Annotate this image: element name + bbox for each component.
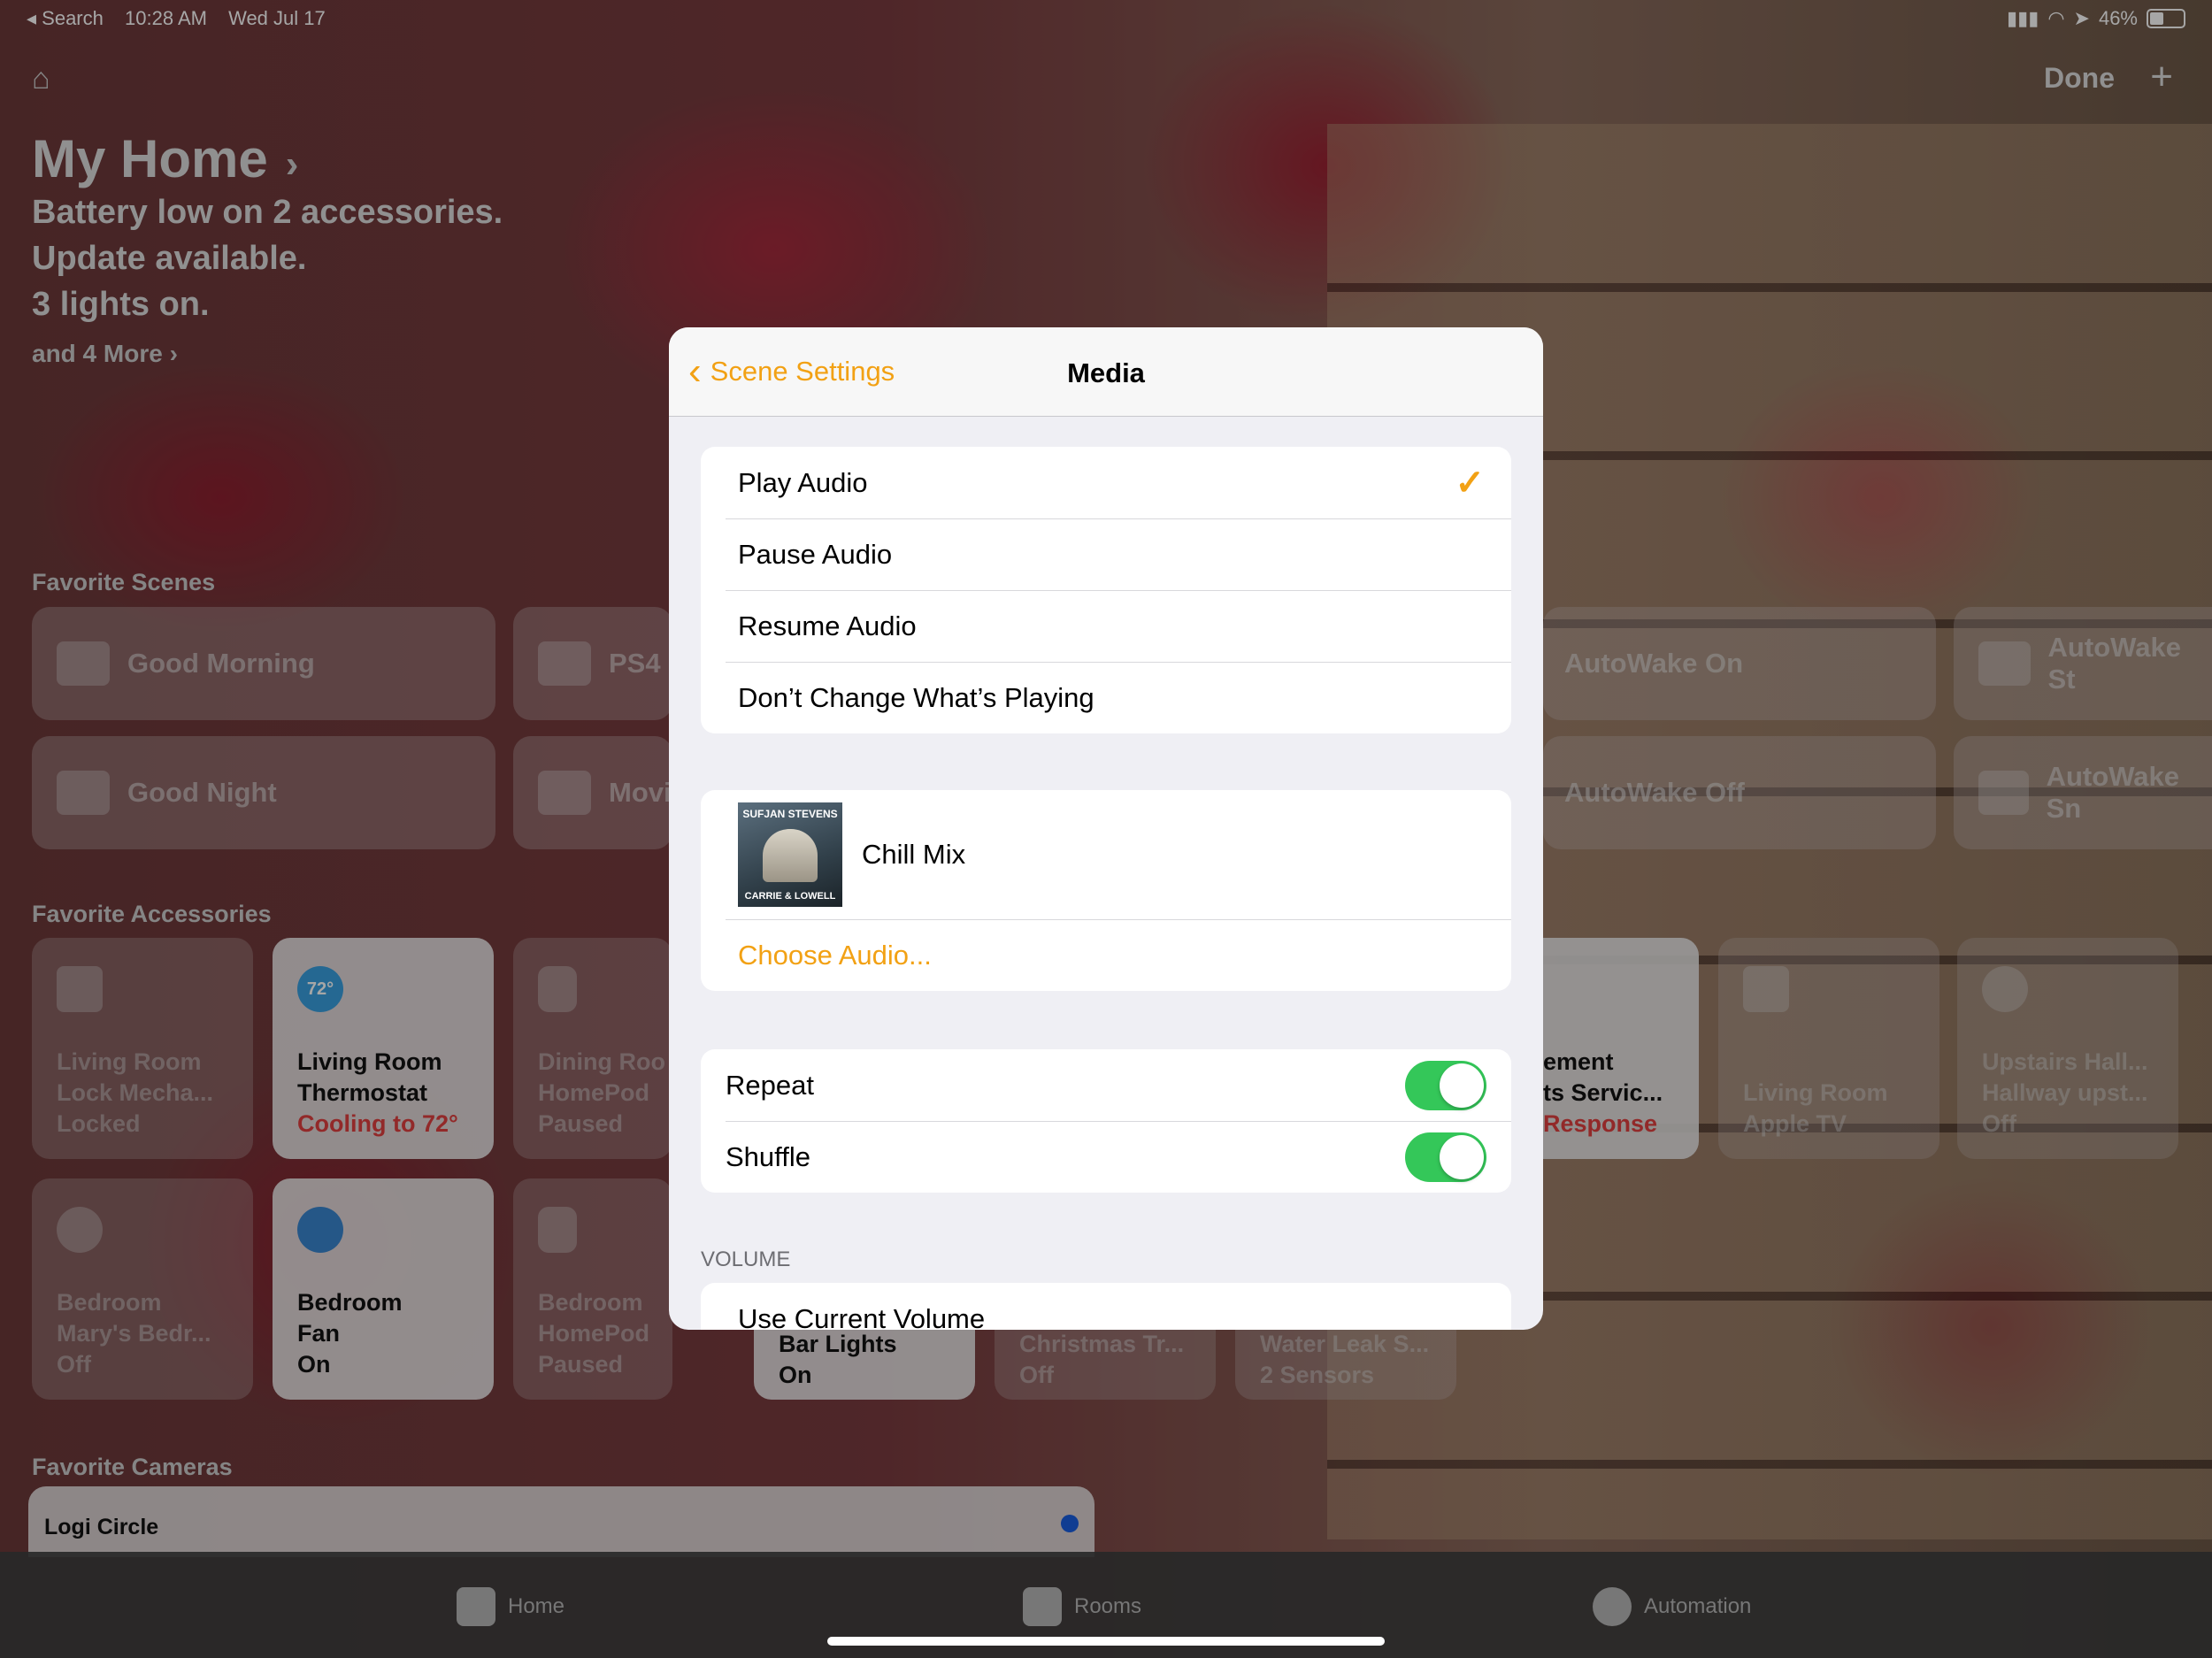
option-dont-change[interactable]: Don’t Change What’s Playing [701, 662, 1511, 733]
repeat-row: Repeat [701, 1049, 1511, 1121]
toggle-knob [1440, 1134, 1484, 1179]
album-artwork: SUFJAN STEVENS CARRIE & LOWELL [738, 802, 842, 907]
repeat-toggle[interactable] [1405, 1060, 1486, 1110]
use-current-volume-option[interactable]: Use Current Volume [701, 1283, 1511, 1331]
house-icon [457, 1587, 495, 1626]
tab-automation[interactable]: Automation [1593, 1587, 1751, 1626]
tab-label: Automation [1644, 1594, 1752, 1618]
tab-rooms[interactable]: Rooms [1023, 1587, 1141, 1626]
modal-header: ‹ Scene Settings Media [669, 327, 1543, 417]
album-artist: SUFJAN STEVENS [742, 808, 838, 820]
playback-options-group: Repeat Shuffle [701, 1049, 1511, 1193]
option-label: Use Current Volume [738, 1302, 986, 1331]
shuffle-label: Shuffle [726, 1140, 810, 1172]
option-resume-audio[interactable]: Resume Audio [701, 590, 1511, 662]
media-settings-modal: ‹ Scene Settings Media Play Audio ✓ Pause… [669, 327, 1543, 1330]
option-play-audio[interactable]: Play Audio ✓ [701, 447, 1511, 518]
media-action-list: Play Audio ✓ Pause Audio Resume Audio Don… [701, 447, 1511, 733]
album-title: CARRIE & LOWELL [744, 891, 836, 902]
shuffle-row: Shuffle [701, 1121, 1511, 1193]
home-indicator[interactable] [827, 1637, 1385, 1646]
rooms-icon [1023, 1587, 1062, 1626]
volume-group: Use Current Volume [701, 1283, 1511, 1330]
option-label: Pause Audio [738, 538, 893, 570]
option-label: Resume Audio [738, 610, 917, 641]
tab-label: Rooms [1074, 1594, 1142, 1618]
choose-audio-label: Choose Audio... [738, 939, 932, 971]
option-label: Don’t Change What’s Playing [738, 681, 1094, 713]
clock-check-icon [1593, 1587, 1632, 1626]
repeat-label: Repeat [726, 1069, 814, 1101]
option-pause-audio[interactable]: Pause Audio [701, 518, 1511, 590]
checkmark-icon: ✓ [1455, 463, 1485, 503]
volume-section-header: VOLUME [701, 1247, 791, 1271]
option-label: Play Audio [738, 466, 868, 498]
shuffle-toggle[interactable] [1405, 1132, 1486, 1182]
tab-home[interactable]: Home [457, 1587, 565, 1626]
playlist-name: Chill Mix [862, 839, 966, 870]
modal-title: Media [1067, 357, 1145, 388]
album-figure [763, 829, 818, 882]
choose-audio-button[interactable]: Choose Audio... [701, 919, 1511, 991]
tab-bar: Home Rooms Automation [0, 1552, 2212, 1658]
tab-label: Home [508, 1594, 565, 1618]
toggle-knob [1440, 1063, 1484, 1108]
audio-selection-group: SUFJAN STEVENS CARRIE & LOWELL Chill Mix… [701, 790, 1511, 991]
selected-playlist-row: SUFJAN STEVENS CARRIE & LOWELL Chill Mix [701, 790, 1511, 919]
